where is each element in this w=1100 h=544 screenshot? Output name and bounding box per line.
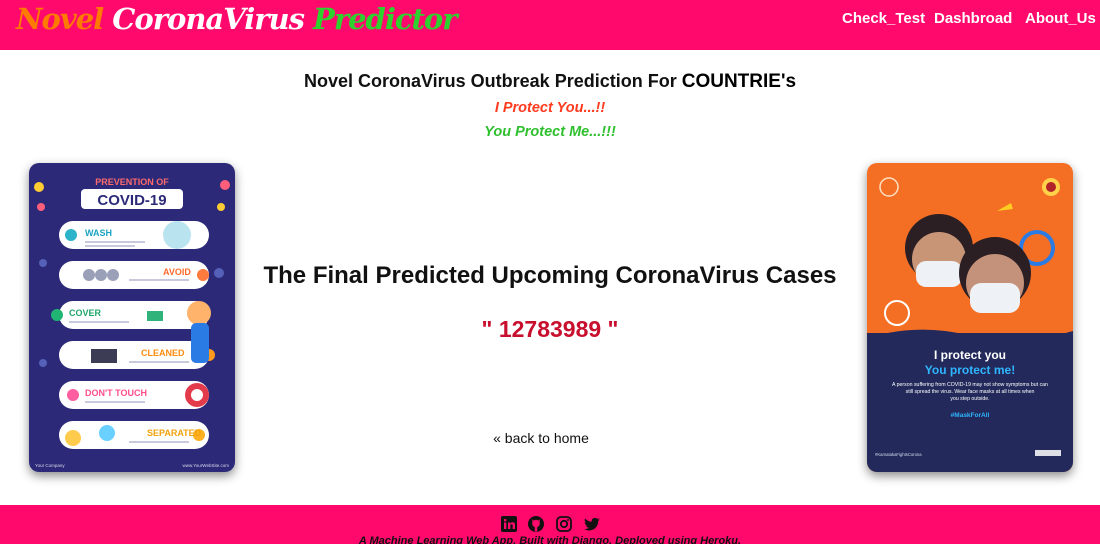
footer: A Machine Learning Web App, Built with D… xyxy=(0,505,1100,544)
mask-poster-card: I protect you You protect me! A person s… xyxy=(867,163,1073,472)
poster-heading-small: PREVENTION OF xyxy=(95,177,169,187)
brand-word-coronavirus: CoronaVirus xyxy=(112,2,305,36)
mask-poster-body-1: A person suffering from COVID-19 may not… xyxy=(892,382,1048,388)
poster-item-cleaned: CLEANED xyxy=(141,348,185,358)
footer-credit-text: A Machine Learning Web App, Built with D… xyxy=(358,535,742,544)
mask-poster-image: I protect you You protect me! A person s… xyxy=(867,163,1073,472)
poster-item-dont-touch: DON'T TOUCH xyxy=(85,388,147,398)
brand-word-predictor: Predictor xyxy=(313,2,458,36)
github-icon[interactable] xyxy=(528,516,544,532)
mask-poster-hashtag: #MaskForAll xyxy=(951,412,990,419)
mask-poster-body-2: still spread the virus. Wear face masks … xyxy=(906,389,1035,395)
page-title-strong: COUNTRIE's xyxy=(681,71,797,92)
tagline-protect-you: I Protect You...!! xyxy=(494,100,606,116)
navbar: Novel CoronaVirus Predictor Check_Test D… xyxy=(0,0,1100,50)
mask-poster-footer-tag: #KarnatakaFightsCorona xyxy=(875,452,922,457)
nav-dashboard[interactable]: Dashbroad xyxy=(934,10,1012,27)
linkedin-icon[interactable] xyxy=(501,516,517,532)
nav-check-test[interactable]: Check_Test xyxy=(842,10,925,27)
twitter-icon[interactable] xyxy=(584,516,600,532)
page-title-prefix: Novel CoronaVirus Outbreak Prediction Fo… xyxy=(303,71,677,91)
tagline-protect-me: You Protect Me...!!! xyxy=(484,124,616,140)
nav-about-us[interactable]: About_Us xyxy=(1025,10,1096,27)
poster-item-wash: WASH xyxy=(85,228,112,238)
poster-footer-company: Your Company xyxy=(35,463,65,468)
page-title: Novel CoronaVirus Outbreak Prediction Fo… xyxy=(0,71,1100,93)
brand-word-novel: Novel xyxy=(16,2,104,36)
poster-heading-covid: COVID-19 xyxy=(97,192,166,209)
poster-footer-website: www.YourWebSite.com xyxy=(182,463,229,468)
mask-poster-body-3: you step outside. xyxy=(950,396,989,402)
mask-poster-line1: I protect you xyxy=(934,348,1006,362)
brand-logo[interactable]: Novel CoronaVirus Predictor xyxy=(16,2,458,36)
mask-poster-line2: You protect me! xyxy=(925,363,1015,377)
instagram-icon[interactable] xyxy=(556,516,572,532)
